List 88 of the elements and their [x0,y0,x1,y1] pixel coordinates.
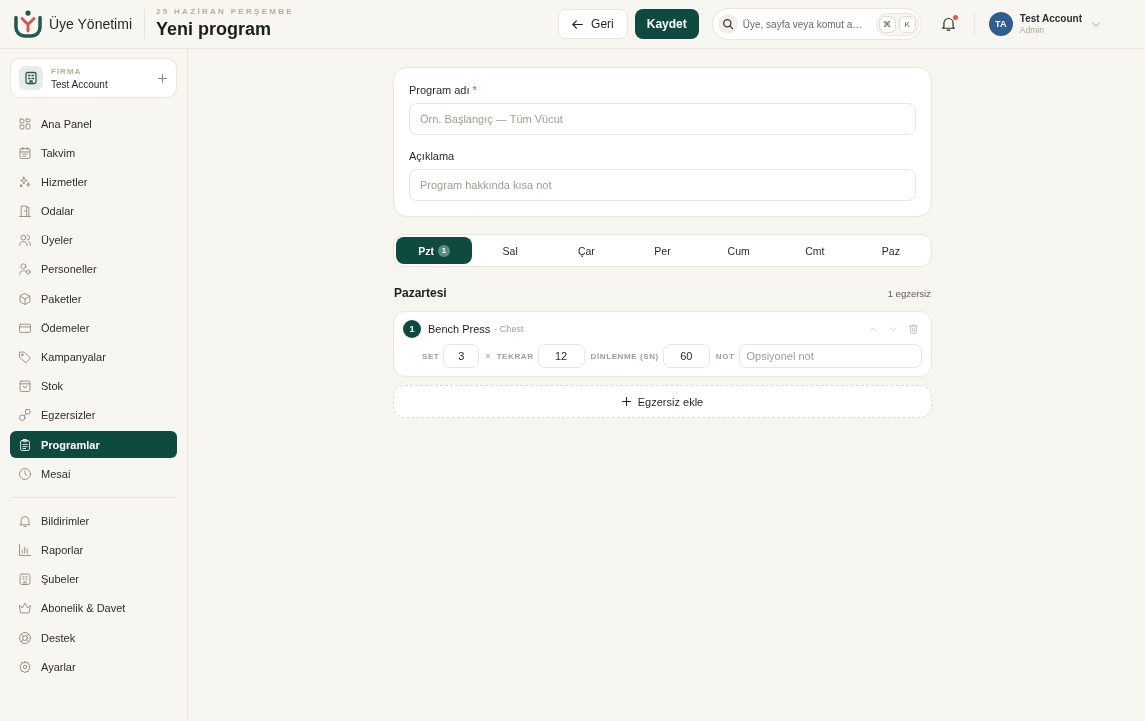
clipboard-icon [19,438,31,451]
search-icon[interactable] [717,14,738,34]
back-button[interactable]: Geri [558,9,628,39]
day-tab[interactable]: Cum [700,237,777,264]
day-tab[interactable]: Paz [852,237,929,264]
nav-item[interactable]: Kampanyalar [10,343,177,371]
building-icon [19,66,43,90]
plus-icon[interactable] [158,73,167,83]
nav-item[interactable]: Destek [10,624,177,651]
bar-chart-icon [19,543,31,556]
user-role: Admin [1019,25,1045,35]
nav-item[interactable]: Bildirimler [10,507,177,535]
page-title: Yeni program [156,19,273,39]
person-icon [19,263,31,276]
nav-item[interactable]: Üyeler [10,226,177,254]
day-tab[interactable]: Sal [472,237,549,264]
param-label: DİNLENME (SN) [590,351,659,361]
param-label: NOT [715,351,735,361]
add-exercise-button[interactable]: Egzersiz ekle [393,385,932,418]
company-label: FİRMA [51,66,83,76]
exercise-count: 1 egzersiz [887,288,931,299]
gear-icon [19,660,31,673]
door-icon [19,205,31,218]
day-tab[interactable]: Pzt 1 [396,237,473,264]
field-label: Açıklama [409,150,456,163]
nav-item[interactable]: Abonelik & Davet [10,594,177,622]
nav-item[interactable]: Stok [10,372,177,400]
crown-icon [19,602,31,615]
nav-item[interactable]: Paketler [10,285,177,313]
arrow-left-icon [572,19,584,29]
bell-icon[interactable] [941,17,955,31]
keyboard-key: K [898,15,916,33]
nav-item[interactable]: Ayarlar [10,653,177,681]
day-tab[interactable]: Per [624,237,701,264]
sparkle-icon [19,175,31,188]
tag-icon [19,351,31,363]
number-input[interactable]: 12 [537,344,585,368]
nav-item[interactable]: Mesai [10,460,177,488]
nav-item[interactable]: Egzersizler [10,401,177,429]
text-input[interactable]: Program hakkında kısa not [409,169,916,201]
search-input[interactable]: Üye, sayfa veya komut a… [742,18,871,30]
trash-icon[interactable] [909,324,918,334]
keyboard-key: ⌘ [878,15,896,33]
company-card[interactable]: FİRMA Test Account [10,58,177,98]
field-label: Program adı * [409,84,478,97]
plus-icon [621,397,631,406]
day-tab[interactable]: Cmt [776,237,853,264]
note-input[interactable]: Opsiyonel not [738,344,922,368]
nav-item[interactable]: Personeller [10,255,177,283]
cube-icon [19,292,31,305]
nav-item[interactable]: Takvim [10,139,177,167]
count-badge: 1 [437,244,450,257]
company-name: Test Account [51,78,109,90]
day-tab[interactable]: Çar [548,237,625,264]
exercise-category: · Chest [494,324,524,334]
calendar-icon [19,146,31,159]
order-badge: 1 [403,320,421,338]
nav-item[interactable]: Ana Panel [10,110,177,137]
user-avatar[interactable]: TA [988,12,1013,36]
day-title: Pazartesi [394,286,447,300]
save-button[interactable]: Kaydet [634,9,699,39]
nav-item[interactable]: Programlar [10,431,177,459]
exercise-name: Bench Press [428,323,491,335]
users-icon [19,234,31,247]
number-input[interactable]: 3 [443,344,480,368]
nav-item[interactable]: Raporlar [10,536,177,564]
building-icon [19,573,31,586]
lifebuoy-icon [19,631,31,644]
date-label: 25 HAZİRAN PERŞEMBE [156,7,294,16]
bag-icon [19,380,31,393]
logo-icon [14,10,42,38]
param-label: SET [422,351,440,361]
nav-item[interactable]: Odalar [10,197,177,225]
shapes-icon [19,409,31,422]
bell-icon [19,514,31,527]
nav-item[interactable]: Ödemeler [10,314,177,342]
multiply-sign: × [485,351,491,361]
chevron-down-icon[interactable] [1092,21,1100,27]
clock-icon [19,467,31,480]
nav-item[interactable]: Hizmetler [10,168,177,196]
param-label: TEKRAR [496,351,534,361]
card-icon [19,321,31,334]
text-input[interactable]: Örn. Başlangıç — Tüm Vücut [409,103,916,135]
app-name: Üye Yönetimi [49,16,132,32]
grid-icon [19,117,31,130]
nav-item[interactable]: Şubeler [10,565,177,593]
number-input[interactable]: 60 [662,344,710,368]
user-name: Test Account [1019,13,1082,24]
